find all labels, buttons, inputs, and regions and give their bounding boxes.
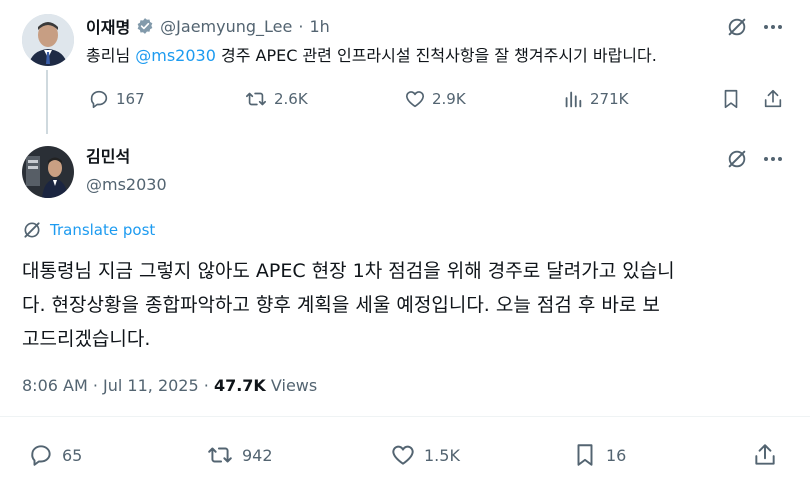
main-bookmark-count: 16 bbox=[606, 445, 627, 465]
parent-repost-count: 2.6K bbox=[274, 90, 308, 108]
main-avatar[interactable] bbox=[22, 146, 74, 198]
parent-reply-button[interactable]: 167 bbox=[88, 88, 145, 110]
main-text-line-1: 대통령님 지금 그렇지 않아도 APEC 현장 1차 점검을 위해 경주로 달려… bbox=[22, 260, 675, 282]
parent-repost-button[interactable]: 2.6K bbox=[244, 88, 308, 110]
main-like-button[interactable]: 1.5K bbox=[390, 442, 460, 468]
parent-tweet-time[interactable]: 1h bbox=[309, 17, 329, 36]
main-text-line-3: 고드리겠습니다. bbox=[22, 328, 151, 350]
main-bookmark-icon bbox=[572, 442, 598, 468]
views-label: Views bbox=[270, 376, 318, 395]
main-author-handle[interactable]: @ms2030 bbox=[86, 174, 167, 196]
more-icon[interactable] bbox=[762, 18, 784, 36]
parent-share-button[interactable] bbox=[762, 88, 784, 110]
parent-reply-count: 167 bbox=[116, 90, 145, 108]
main-text-line-2: 다. 현장상황을 종합파악하고 향후 계획을 세울 예정입니다. 오늘 점검 후… bbox=[22, 294, 660, 316]
parent-author-name[interactable]: 이재명 bbox=[86, 14, 130, 38]
parent-views-button[interactable]: 271K bbox=[562, 88, 628, 110]
repost-icon bbox=[244, 88, 268, 110]
main-repost-button[interactable]: 942 bbox=[206, 442, 273, 468]
main-reply-button[interactable]: 65 bbox=[28, 442, 82, 468]
main-like-count: 1.5K bbox=[424, 445, 460, 465]
views-count: 47.7K bbox=[213, 376, 266, 395]
parent-tweet-text: 총리님 @ms2030 경주 APEC 관련 인프라시설 진척사항을 잘 챙겨주… bbox=[86, 44, 657, 68]
meta-dot: · bbox=[203, 376, 209, 395]
parent-text-before: 총리님 bbox=[86, 46, 136, 65]
parent-author-handle[interactable]: @Jaemyung_Lee bbox=[160, 17, 292, 36]
like-icon bbox=[404, 88, 426, 110]
translate-icon bbox=[22, 220, 42, 240]
main-author-name[interactable]: 김민석 bbox=[86, 146, 130, 168]
parent-bookmark-button[interactable] bbox=[720, 88, 742, 110]
bookmark-icon bbox=[720, 88, 742, 110]
main-tweet-text: 대통령님 지금 그렇지 않아도 APEC 현장 1차 점검을 위해 경주로 달려… bbox=[22, 254, 675, 356]
reply-icon bbox=[88, 88, 110, 110]
parent-views-count: 271K bbox=[590, 90, 629, 108]
parent-like-count: 2.9K bbox=[432, 90, 466, 108]
main-share-icon bbox=[752, 442, 778, 468]
main-repost-count: 942 bbox=[242, 445, 273, 465]
main-grok-icon[interactable] bbox=[726, 148, 748, 170]
header-separator: · bbox=[298, 16, 304, 36]
main-bookmark-button[interactable]: 16 bbox=[572, 442, 626, 468]
main-more-icon[interactable] bbox=[762, 150, 784, 168]
tweet-timestamp[interactable]: 8:06 AM · Jul 11, 2025 bbox=[22, 376, 199, 395]
parent-avatar[interactable] bbox=[22, 14, 74, 66]
main-reply-icon bbox=[28, 442, 54, 468]
parent-like-button[interactable]: 2.9K bbox=[404, 88, 466, 110]
grok-icon[interactable] bbox=[726, 16, 748, 38]
parent-text-after: 경주 APEC 관련 인프라시설 진척사항을 잘 챙겨주시기 바랍니다. bbox=[215, 46, 657, 65]
meta-divider bbox=[0, 416, 810, 417]
main-repost-icon bbox=[206, 442, 234, 468]
tweet-meta: 8:06 AM · Jul 11, 2025 · 47.7K Views bbox=[22, 375, 317, 397]
parent-mention-link[interactable]: @ms2030 bbox=[135, 46, 216, 65]
verified-badge-icon bbox=[136, 17, 154, 35]
translate-label: Translate post bbox=[50, 221, 156, 239]
thread-connector-line bbox=[46, 70, 48, 134]
main-like-icon bbox=[390, 442, 416, 468]
main-share-button[interactable] bbox=[752, 442, 778, 468]
views-icon bbox=[562, 88, 584, 110]
main-reply-count: 65 bbox=[62, 445, 83, 465]
share-icon bbox=[762, 88, 784, 110]
parent-tweet-header: 이재명 @Jaemyung_Lee · 1h bbox=[86, 14, 330, 38]
translate-post-link[interactable]: Translate post bbox=[22, 220, 155, 240]
